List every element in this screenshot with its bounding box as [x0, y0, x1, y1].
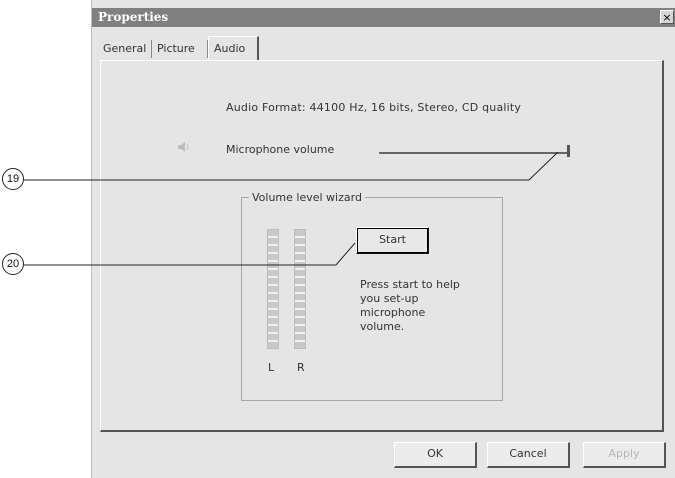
callout-19: 19: [2, 168, 24, 190]
callout-20: 20: [2, 253, 24, 275]
callout-leader-lines: [24, 151, 559, 266]
tab-audio[interactable]: Audio: [208, 36, 259, 60]
